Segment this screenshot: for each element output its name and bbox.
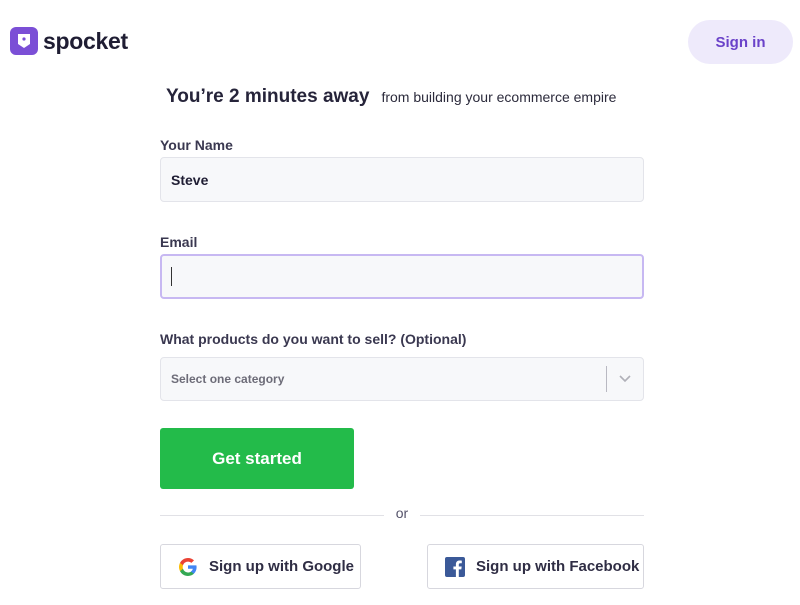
divider-right	[420, 515, 644, 516]
chevron-down-icon[interactable]	[607, 357, 643, 401]
brand-name: spocket	[43, 27, 128, 54]
headline-subtitle: from building your ecommerce empire	[381, 89, 617, 105]
email-label: Email	[160, 234, 198, 250]
google-icon	[178, 557, 198, 577]
brand-logo[interactable]: spocket	[10, 27, 128, 55]
facebook-signup-button[interactable]: Sign up with Facebook	[427, 544, 644, 589]
products-label: What products do you want to sell? (Opti…	[160, 331, 467, 347]
facebook-icon	[445, 556, 465, 577]
spocket-logo-icon	[10, 27, 38, 55]
sign-in-button[interactable]: Sign in	[688, 20, 793, 64]
name-input[interactable]	[160, 157, 644, 202]
get-started-button[interactable]: Get started	[160, 428, 354, 489]
text-cursor	[171, 267, 172, 286]
email-input[interactable]	[160, 254, 644, 299]
headline: You’re 2 minutes away from building your…	[166, 86, 616, 108]
divider-or: or	[395, 505, 409, 521]
name-label: Your Name	[160, 137, 233, 153]
divider-left	[160, 515, 384, 516]
signup-page: spocket Sign in You’re 2 minutes away fr…	[0, 0, 800, 605]
category-select[interactable]: Select one category	[160, 357, 644, 401]
category-placeholder: Select one category	[171, 372, 285, 386]
google-signup-label: Sign up with Google	[209, 558, 354, 575]
google-signup-button[interactable]: Sign up with Google	[160, 544, 361, 589]
facebook-signup-label: Sign up with Facebook	[476, 558, 640, 575]
headline-main: You’re 2 minutes away	[166, 86, 370, 107]
